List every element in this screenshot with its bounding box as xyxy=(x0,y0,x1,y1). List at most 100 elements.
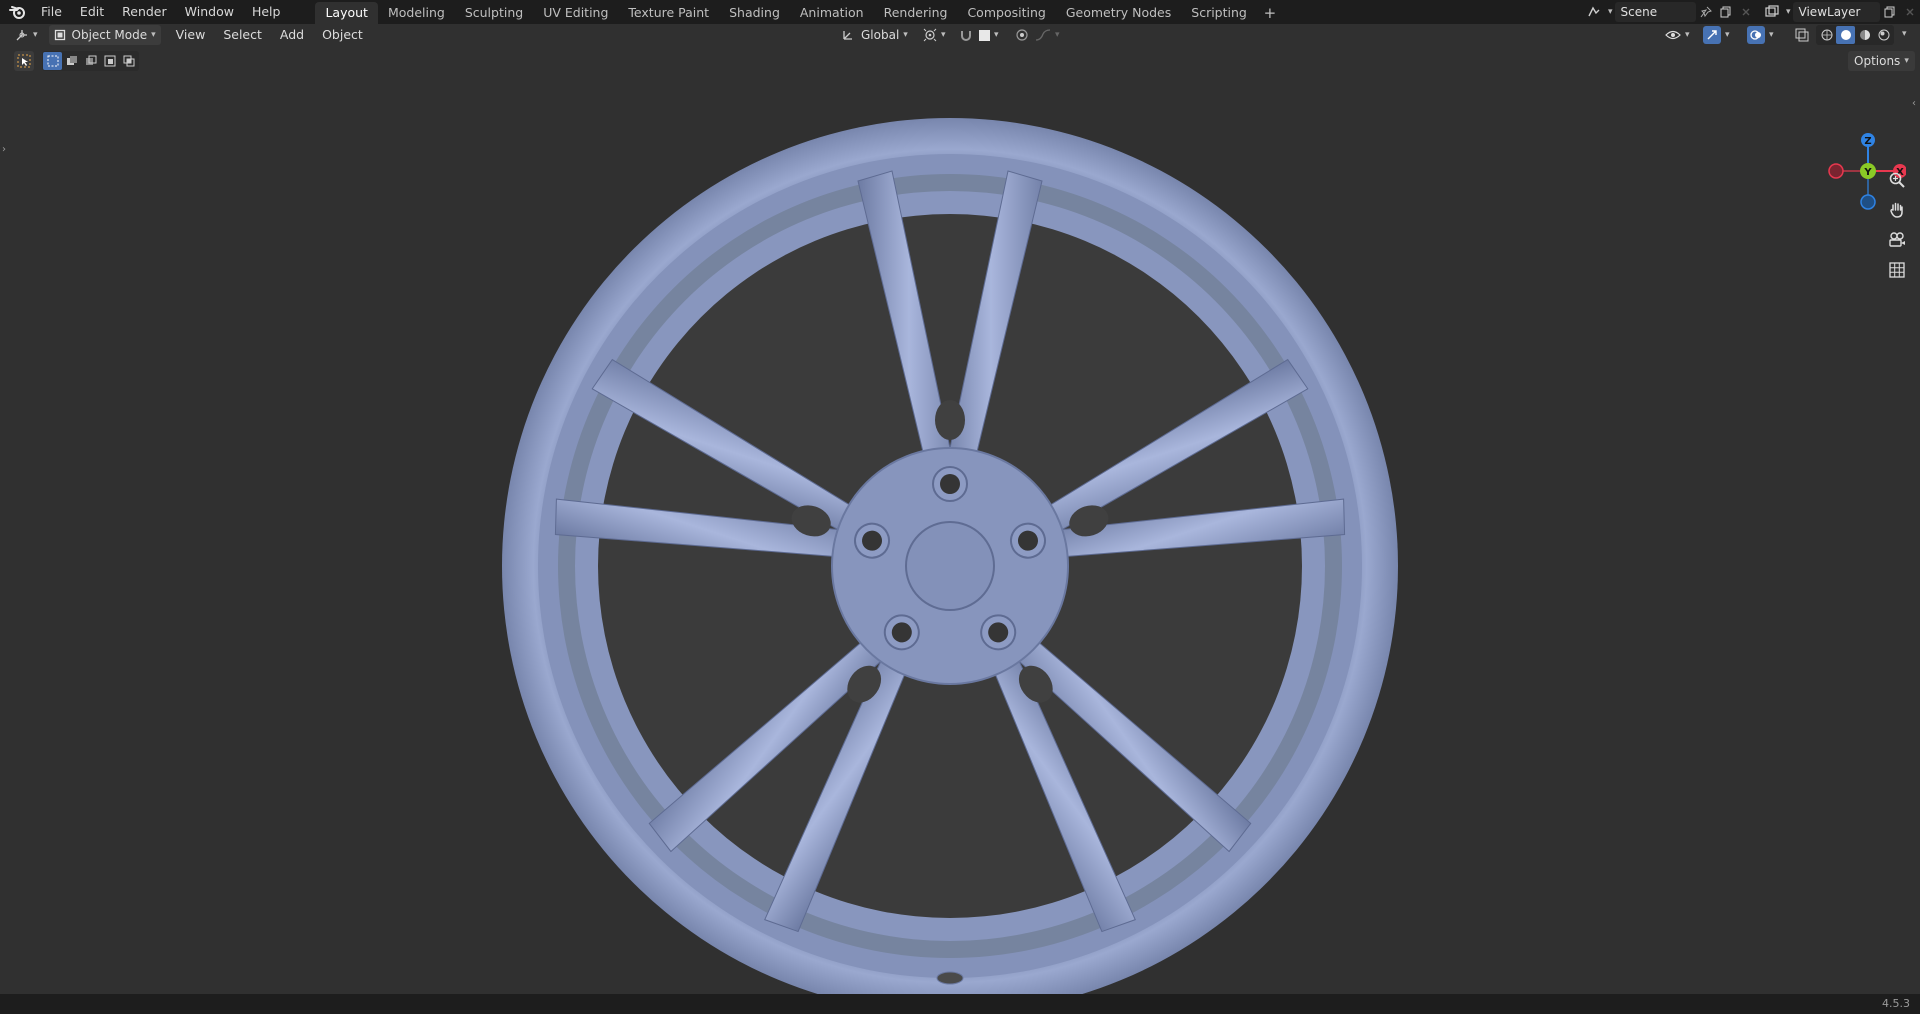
mode-dropdown[interactable]: Object Mode ▾ xyxy=(48,25,161,45)
solid-shading-icon[interactable] xyxy=(1836,26,1855,44)
object-mode-icon xyxy=(54,29,65,41)
pivot-icon xyxy=(923,28,937,42)
chevron-down-icon: ▾ xyxy=(1769,30,1774,40)
options-dropdown[interactable]: Options ▾ xyxy=(1848,51,1915,71)
select-intersect-icon[interactable] xyxy=(119,52,138,70)
version-label: 4.5.3 xyxy=(1882,997,1910,1010)
gizmo-icon xyxy=(1703,26,1721,44)
menu-help[interactable]: Help xyxy=(243,0,290,24)
close-view-layer-icon[interactable] xyxy=(1900,2,1920,22)
chevron-down-icon: ▾ xyxy=(941,30,946,40)
tab-shading[interactable]: Shading xyxy=(719,2,790,24)
tab-scripting[interactable]: Scripting xyxy=(1181,2,1257,24)
menu-add[interactable]: Add xyxy=(271,24,313,46)
gizmo-toggle[interactable]: ▾ xyxy=(1698,25,1735,45)
orientation-icon xyxy=(843,31,852,40)
select-extend-icon[interactable] xyxy=(62,52,81,70)
snap-increment-icon xyxy=(979,29,990,41)
wheel-model[interactable] xyxy=(500,116,1400,1014)
pivot-point-dropdown[interactable]: ▾ xyxy=(918,25,951,45)
menu-render[interactable]: Render xyxy=(113,0,176,24)
neg-z-axis-handle[interactable] xyxy=(1860,194,1876,210)
eye-icon xyxy=(1665,30,1681,40)
tab-texture-paint[interactable]: Texture Paint xyxy=(618,2,719,24)
chevron-down-icon: ▾ xyxy=(903,30,908,40)
editor-type-button[interactable]: ▾ xyxy=(10,25,43,45)
editor-type-icon xyxy=(16,30,27,41)
tab-rendering[interactable]: Rendering xyxy=(874,2,958,24)
chevron-down-icon: ▾ xyxy=(1685,30,1690,40)
view-layer-field[interactable]: ViewLayer xyxy=(1792,2,1880,22)
tab-uv-editing[interactable]: UV Editing xyxy=(533,2,618,24)
pin-icon[interactable] xyxy=(1696,2,1716,22)
chevron-down-icon: ▾ xyxy=(151,30,156,40)
shading-options-chevron-icon[interactable]: ▾ xyxy=(1902,29,1907,39)
select-tool-button[interactable] xyxy=(14,51,34,71)
falloff-dropdown[interactable]: ▾ xyxy=(1030,25,1065,45)
hand-icon[interactable] xyxy=(1885,198,1909,222)
magnet-icon xyxy=(961,31,971,41)
material-shading-icon[interactable] xyxy=(1855,26,1874,44)
close-scene-icon[interactable] xyxy=(1736,2,1756,22)
3d-viewport[interactable]: Z X Y › ‹ xyxy=(0,46,1920,1014)
scene-name: Scene xyxy=(1620,5,1658,19)
chevron-down-icon: ▾ xyxy=(994,30,999,40)
blender-logo-icon[interactable] xyxy=(6,1,28,23)
neg-x-axis-handle[interactable] xyxy=(1828,163,1844,179)
wireframe-shading-icon[interactable] xyxy=(1817,26,1836,44)
xray-icon xyxy=(1795,28,1809,42)
menu-file[interactable]: File xyxy=(32,0,71,24)
status-bar: 4.5.3 xyxy=(0,994,1920,1014)
new-view-layer-icon[interactable] xyxy=(1880,2,1900,22)
valve-stem xyxy=(936,971,964,985)
menu-select[interactable]: Select xyxy=(214,24,271,46)
view-layer-selector: ▾ ViewLayer xyxy=(1762,2,1920,22)
add-workspace-button[interactable]: + xyxy=(1261,2,1279,24)
select-new-icon[interactable] xyxy=(43,52,62,70)
center-cap xyxy=(905,521,995,611)
mode-label: Object Mode xyxy=(71,28,148,42)
z-axis-label: Z xyxy=(1864,136,1871,147)
select-cursor-icon xyxy=(17,54,31,68)
workspace-tabs: Layout Modeling Sculpting UV Editing Tex… xyxy=(315,0,1278,24)
tab-modeling[interactable]: Modeling xyxy=(378,2,455,24)
shading-mode-group xyxy=(1816,25,1894,45)
snap-target-dropdown[interactable]: ▾ xyxy=(974,25,1004,45)
menu-window[interactable]: Window xyxy=(176,0,243,24)
tab-sculpting[interactable]: Sculpting xyxy=(455,2,533,24)
chevron-down-icon[interactable]: ▾ xyxy=(1786,7,1791,17)
chevron-down-icon: ▾ xyxy=(1904,56,1909,66)
new-scene-icon[interactable] xyxy=(1716,2,1736,22)
select-subtract-icon[interactable] xyxy=(81,52,100,70)
tab-compositing[interactable]: Compositing xyxy=(957,2,1055,24)
view-layer-name: ViewLayer xyxy=(1798,5,1861,19)
scene-icon[interactable] xyxy=(1584,2,1604,22)
options-label: Options xyxy=(1854,54,1901,68)
toolbar-expand-icon[interactable]: › xyxy=(2,144,10,158)
view-layer-icon[interactable] xyxy=(1762,2,1782,22)
scene-selector: ▾ Scene xyxy=(1584,2,1756,22)
y-axis-label: Y xyxy=(1863,167,1872,178)
transform-orientation-dropdown[interactable]: Global ▾ xyxy=(836,25,913,45)
tab-geometry-nodes[interactable]: Geometry Nodes xyxy=(1056,2,1181,24)
rendered-shading-icon[interactable] xyxy=(1874,26,1893,44)
tab-animation[interactable]: Animation xyxy=(790,2,874,24)
menu-edit[interactable]: Edit xyxy=(71,0,113,24)
menu-object[interactable]: Object xyxy=(313,24,372,46)
grid-icon[interactable] xyxy=(1885,258,1909,282)
overlays-toggle[interactable]: ▾ xyxy=(1742,25,1779,45)
select-invert-icon[interactable] xyxy=(100,52,119,70)
selection-mode-group xyxy=(42,51,139,71)
sidebar-expand-icon[interactable]: ‹ xyxy=(1912,98,1920,112)
tool-row xyxy=(14,50,139,72)
camera-icon[interactable] xyxy=(1885,228,1909,252)
zoom-icon[interactable] xyxy=(1885,168,1909,192)
xray-toggle[interactable] xyxy=(1790,25,1814,45)
scene-name-field[interactable]: Scene xyxy=(1614,2,1696,22)
main-menu: File Edit Render Window Help xyxy=(32,0,289,24)
tab-layout[interactable]: Layout xyxy=(315,2,378,24)
proportional-edit-icon xyxy=(1016,29,1028,41)
chevron-down-icon[interactable]: ▾ xyxy=(1608,7,1613,17)
menu-view[interactable]: View xyxy=(167,24,215,46)
visibility-dropdown[interactable]: ▾ xyxy=(1660,25,1695,45)
